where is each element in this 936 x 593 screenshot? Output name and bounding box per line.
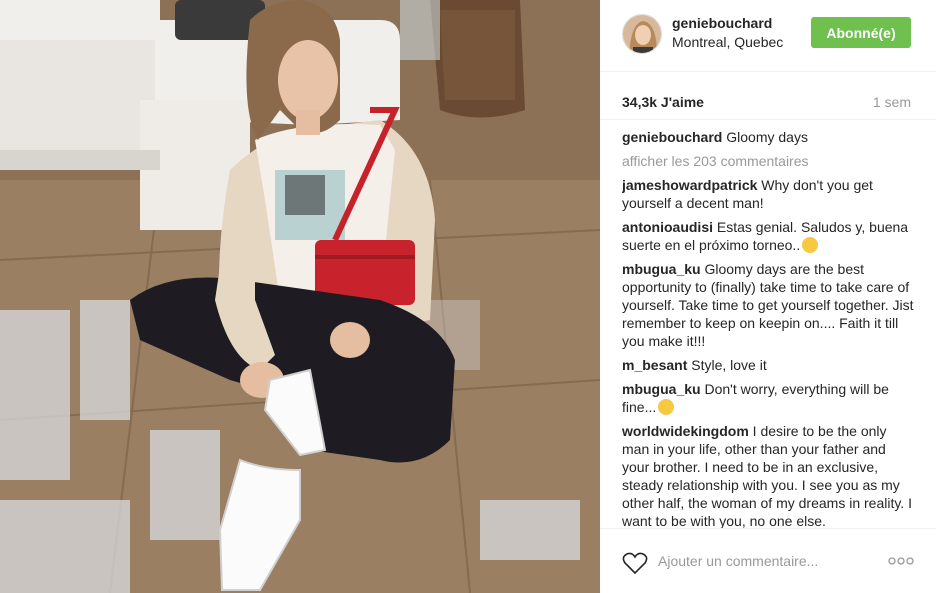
comment-username[interactable]: m_besant — [622, 357, 687, 373]
wink-emoji-icon — [802, 237, 819, 253]
post-details-panel: geniebouchard Montreal, Quebec Abonné(e)… — [600, 0, 936, 593]
caption: geniebouchard Gloomy days — [622, 128, 914, 146]
post-time[interactable]: 1 sem — [873, 94, 911, 110]
comment-text: Style, love it — [691, 357, 767, 373]
comments-list: geniebouchard Gloomy days afficher les 2… — [622, 128, 914, 528]
list-item: antonioaudisi Estas genial. Saludos y, b… — [622, 218, 914, 254]
comment-username[interactable]: antonioaudisi — [622, 219, 713, 235]
comment-bar — [600, 528, 936, 593]
smile-emoji-icon — [658, 399, 675, 415]
view-all-comments-link[interactable]: afficher les 203 commentaires — [622, 152, 914, 170]
likes-count[interactable]: 34,3k J'aime — [622, 94, 704, 110]
heart-outline-icon[interactable] — [622, 551, 648, 575]
list-item: m_besant Style, love it — [622, 356, 914, 374]
post-photo-illustration — [0, 0, 600, 593]
post-stats: 34,3k J'aime 1 sem — [600, 72, 936, 120]
caption-username[interactable]: geniebouchard — [622, 129, 722, 145]
list-item: jameshowardpatrick Why don't you get you… — [622, 176, 914, 212]
comment-username[interactable]: mbugua_ku — [622, 381, 701, 397]
avatar[interactable] — [622, 14, 662, 54]
list-item: mbugua_ku Gloomy days are the best oppor… — [622, 260, 914, 350]
post-header: geniebouchard Montreal, Quebec Abonné(e) — [600, 0, 936, 72]
more-options-icon[interactable] — [888, 555, 914, 567]
comment-username[interactable]: mbugua_ku — [622, 261, 701, 277]
avatar-image — [623, 15, 661, 53]
add-comment-input[interactable] — [658, 553, 878, 569]
list-item: mbugua_ku Don't worry, everything will b… — [622, 380, 914, 416]
post-author-username[interactable]: geniebouchard — [672, 15, 772, 31]
list-item: worldwidekingdom I desire to be the only… — [622, 422, 914, 528]
follow-button[interactable]: Abonné(e) — [811, 17, 911, 48]
post-photo[interactable] — [0, 0, 600, 593]
post-location[interactable]: Montreal, Quebec — [672, 34, 783, 50]
caption-text: Gloomy days — [726, 129, 808, 145]
comment-username[interactable]: jameshowardpatrick — [622, 177, 757, 193]
comment-username[interactable]: worldwidekingdom — [622, 423, 749, 439]
